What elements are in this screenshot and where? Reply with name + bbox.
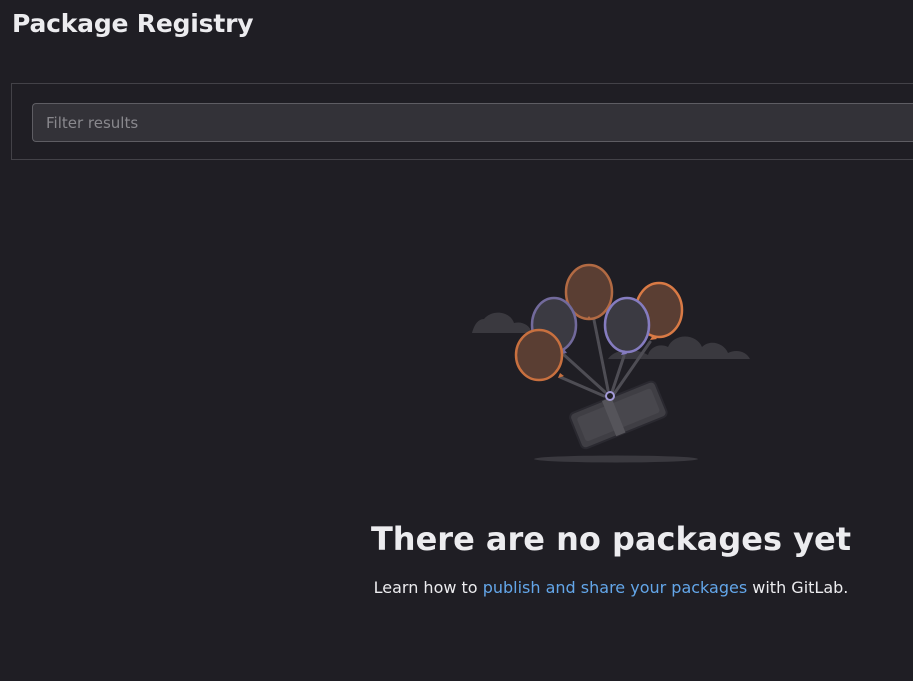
balloon-mid-purple: [603, 296, 651, 355]
package-registry-page: Package Registry Filter results There ar…: [0, 0, 913, 681]
publish-and-share-packages-link[interactable]: publish and share your packages: [483, 578, 747, 597]
cloud-left: [472, 312, 532, 333]
description-suffix: with GitLab.: [747, 578, 849, 597]
string-knot: [605, 391, 615, 401]
empty-state-title: There are no packages yet: [370, 520, 852, 558]
balloons-lifting-package-illustration: [472, 263, 750, 463]
page-title: Package Registry: [12, 9, 254, 38]
filter-results-input[interactable]: [32, 103, 913, 142]
balloon-low-orange: [514, 328, 564, 382]
empty-state-description: Learn how to publish and share your pack…: [0, 578, 913, 597]
package-box: [569, 380, 668, 450]
filter-bar: [11, 83, 913, 160]
description-prefix: Learn how to: [373, 578, 483, 597]
ground-shadow: [534, 455, 698, 463]
